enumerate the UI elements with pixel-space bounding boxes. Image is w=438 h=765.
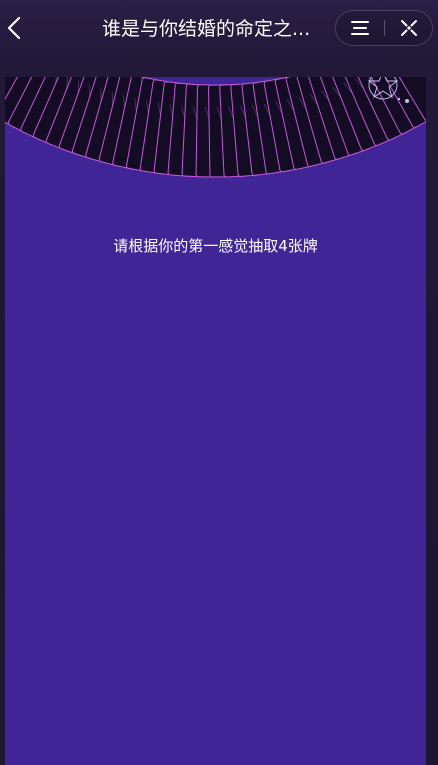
three-lines-menu-icon <box>351 21 369 35</box>
tarot-card-deck[interactable] <box>5 77 426 207</box>
page-title: 谁是与你结婚的命定之... <box>102 18 311 40</box>
chevron-left-icon <box>7 16 21 40</box>
draw-card-panel: 请根据你的第一感觉抽取4张牌 <box>5 77 426 765</box>
app-screen: 谁是与你结婚的命定之... 请根据你的第一感觉抽取4张牌 <box>0 0 438 765</box>
back-button[interactable] <box>2 12 30 44</box>
menu-button[interactable] <box>336 11 384 45</box>
draw-instruction-text: 请根据你的第一感觉抽取4张牌 <box>113 237 318 255</box>
close-target-icon <box>401 20 417 36</box>
top-nav-bar: 谁是与你结婚的命定之... <box>0 0 438 60</box>
close-button[interactable] <box>385 11 433 45</box>
mini-program-capsule <box>335 10 433 46</box>
